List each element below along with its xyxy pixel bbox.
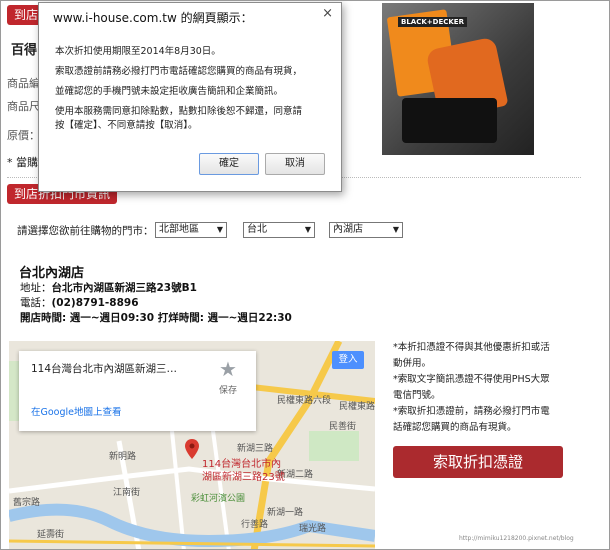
close-icon[interactable]: × [322,6,333,21]
map-label: 行善路 [241,520,269,530]
phone-label: 電話： [20,297,52,309]
map-pin-label-line: 114台灣台北市內 [202,459,282,470]
map-card-address: 114台灣台北市內湖區新湖三… [31,363,178,375]
original-price-label: 原價： [7,129,40,142]
map-label: 舊宗路 [13,498,41,508]
map-label: 延壽街 [37,530,65,540]
phone-value: (02)8791-8896 [51,297,139,309]
product-size-label: 商品尺 [7,100,40,113]
store-name: 台北內湖店 [19,266,85,281]
save-label[interactable]: 保存 [219,383,237,396]
chevron-down-icon: ▼ [304,225,311,234]
map-label: 民善街 [329,422,357,432]
select-prompt: 請選擇您欲前往購物的門市： [17,225,154,237]
watermark: http://mimiku1218200.pixnet.net/blog [459,535,574,542]
note-line: 話確認您購買的商品有現貨。 [393,422,517,433]
map-label: 新湖三路 [237,444,274,454]
page: 到店 百得 商品編 商品尺 原價： * 當購 BLACK+DECKER 到店折扣… [0,0,610,550]
view-on-google-maps-link[interactable]: 在Google地圖上查看 [31,404,122,418]
note-line: *索取文字簡訊憑證不得使用PHS大眾 [393,374,550,385]
chevron-down-icon: ▼ [216,225,223,234]
map-pin-icon[interactable] [185,439,199,459]
map-label: 新湖一路 [267,508,304,518]
map-label: 瑞光路 [299,524,327,534]
star-icon[interactable]: ★ [219,357,237,381]
ok-button[interactable]: 確定 [199,153,259,175]
map-label: 彩虹河濱公園 [191,494,246,504]
google-map[interactable]: 民權東路六段 新湖三路 新湖二路 民善街 新明路 彩虹河濱公園 行善路 新湖一路… [9,341,375,549]
map-pin-label: 114台灣台北市內 湖區新湖三路23號 [202,458,285,484]
store-phone: 電話：(02)8791-8896 [20,295,139,310]
note-line: 動併用。 [393,358,432,369]
map-label: 民權東路 [339,402,375,412]
note-line: 電信門號。 [393,390,441,401]
region-select[interactable]: 北部地區 ▼ [155,222,227,238]
dialog-title: www.i-house.com.tw 的網頁顯示： [53,11,253,25]
store-hours: 開店時間: 週一~週日09:30 打烊時間: 週一~週日22:30 [20,312,292,324]
region-select-value: 北部地區 [159,224,199,235]
dialog-line: 索取憑證前請務必撥打門市電話確認您購買的商品有現貨， [55,66,303,77]
product-image: BLACK+DECKER [382,3,534,155]
map-pin-label-line: 湖區新湖三路23號 [202,472,285,483]
bit-set-shape [402,98,497,143]
product-title: 百得 [11,43,38,58]
product-code-label: 商品編 [7,77,40,90]
address-value: 台北市內湖區新湖三路23號B1 [51,282,197,294]
store-select-value: 內湖店 [333,224,363,235]
city-select[interactable]: 台北 ▼ [243,222,315,238]
notes: *本折扣憑證不得與其他優惠折扣或活 動併用。 *索取文字簡訊憑證不得使用PHS大… [393,340,583,436]
brand-logo: BLACK+DECKER [398,17,467,27]
dialog-line: 並確認您的手機門號未設定拒收廣告簡訊和企業簡訊。 [55,86,284,97]
dialog-line: 本次折扣使用期限至2014年8月30日。 [55,46,221,57]
note-line: *索取折扣憑證前，請務必撥打門市電 [393,406,550,417]
store-address: 地址：台北市內湖區新湖三路23號B1 [20,280,197,295]
map-login-button[interactable]: 登入 [332,351,364,369]
map-info-card: 114台灣台北市內湖區新湖三… ★ 保存 在Google地圖上查看 [19,351,256,431]
map-label: 江南街 [113,488,141,498]
notice-text: * 當購 [7,156,38,169]
address-label: 地址： [20,282,52,294]
alert-dialog: www.i-house.com.tw 的網頁顯示： × 本次折扣使用期限至201… [38,2,342,192]
store-select[interactable]: 內湖店 ▼ [329,222,403,238]
get-coupon-button[interactable]: 索取折扣憑證 [393,446,563,478]
note-line: *本折扣憑證不得與其他優惠折扣或活 [393,342,550,353]
map-label: 民權東路六段 [277,396,332,406]
dialog-line: 使用本服務需同意扣除點數，點數扣除後恕不歸還，同意請 [55,106,303,117]
map-label: 新明路 [109,452,137,462]
dialog-line: 按【確定】、不同意請按【取消】。 [55,120,198,131]
city-select-value: 台北 [247,224,267,235]
cancel-button[interactable]: 取消 [265,153,325,175]
chevron-down-icon: ▼ [392,225,399,234]
